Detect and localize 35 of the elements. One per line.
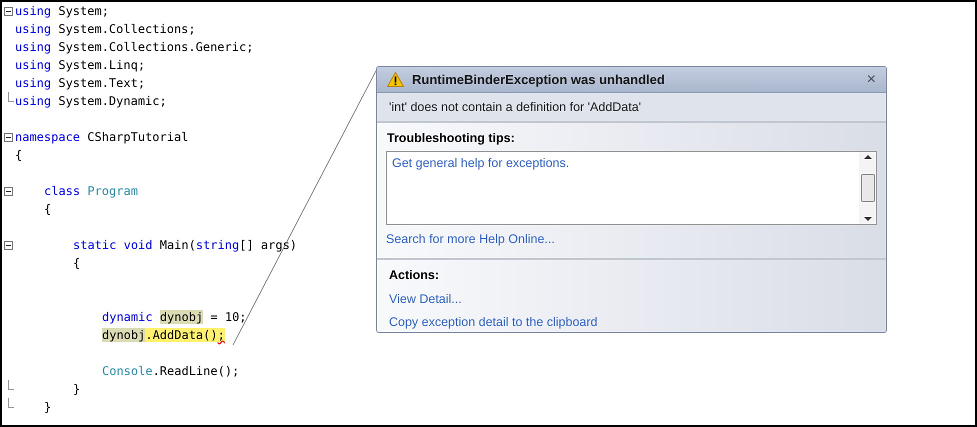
scroll-up-icon[interactable] (864, 155, 872, 159)
code-line: dynobj.AddData(); (102, 327, 225, 343)
close-button[interactable]: × (866, 72, 876, 88)
code-line: Console.ReadLine(); (102, 363, 240, 379)
action-link[interactable]: View Detail... (389, 290, 462, 308)
code-line: static void Main(string[] args) (73, 237, 298, 253)
dialog-title: RuntimeBinderException was unhandled (412, 70, 666, 89)
collapse-icon[interactable] (4, 132, 13, 142)
collapse-icon[interactable] (4, 6, 13, 16)
code-line: using System.Collections; (15, 21, 196, 37)
tip-link[interactable]: Get general help for exceptions. (392, 154, 854, 173)
scrollbar[interactable] (859, 152, 876, 224)
code-line: class Program (44, 183, 138, 199)
code-line: dynamic dynobj = 10; (102, 309, 247, 325)
code-line: using System; (15, 3, 109, 19)
action-link[interactable]: Copy exception detail to the clipboard (389, 313, 598, 332)
code-line: } (44, 399, 52, 415)
scroll-down-icon[interactable] (864, 217, 872, 221)
code-line: using System.Linq; (15, 57, 146, 73)
code-line: { (73, 255, 80, 271)
warning-icon (387, 72, 404, 88)
code-line: } (73, 381, 80, 397)
scroll-thumb[interactable] (860, 174, 874, 202)
exception-message: 'int' does not contain a definition for 'AddData' (389, 98, 642, 116)
section-heading: Troubleshooting tips: (387, 130, 516, 148)
code-line: using System.Collections.Generic; (15, 39, 254, 55)
section-heading: Actions: (389, 266, 440, 284)
collapse-icon[interactable] (4, 240, 13, 250)
collapse-icon[interactable] (4, 186, 13, 196)
help-link[interactable]: Search for more Help Online... (386, 230, 555, 249)
code-line: namespace CSharpTutorial (15, 129, 188, 145)
code-line: { (44, 201, 52, 217)
code-line: { (15, 147, 22, 163)
code-line: using System.Text; (15, 75, 146, 91)
code-line: using System.Dynamic; (15, 93, 167, 109)
